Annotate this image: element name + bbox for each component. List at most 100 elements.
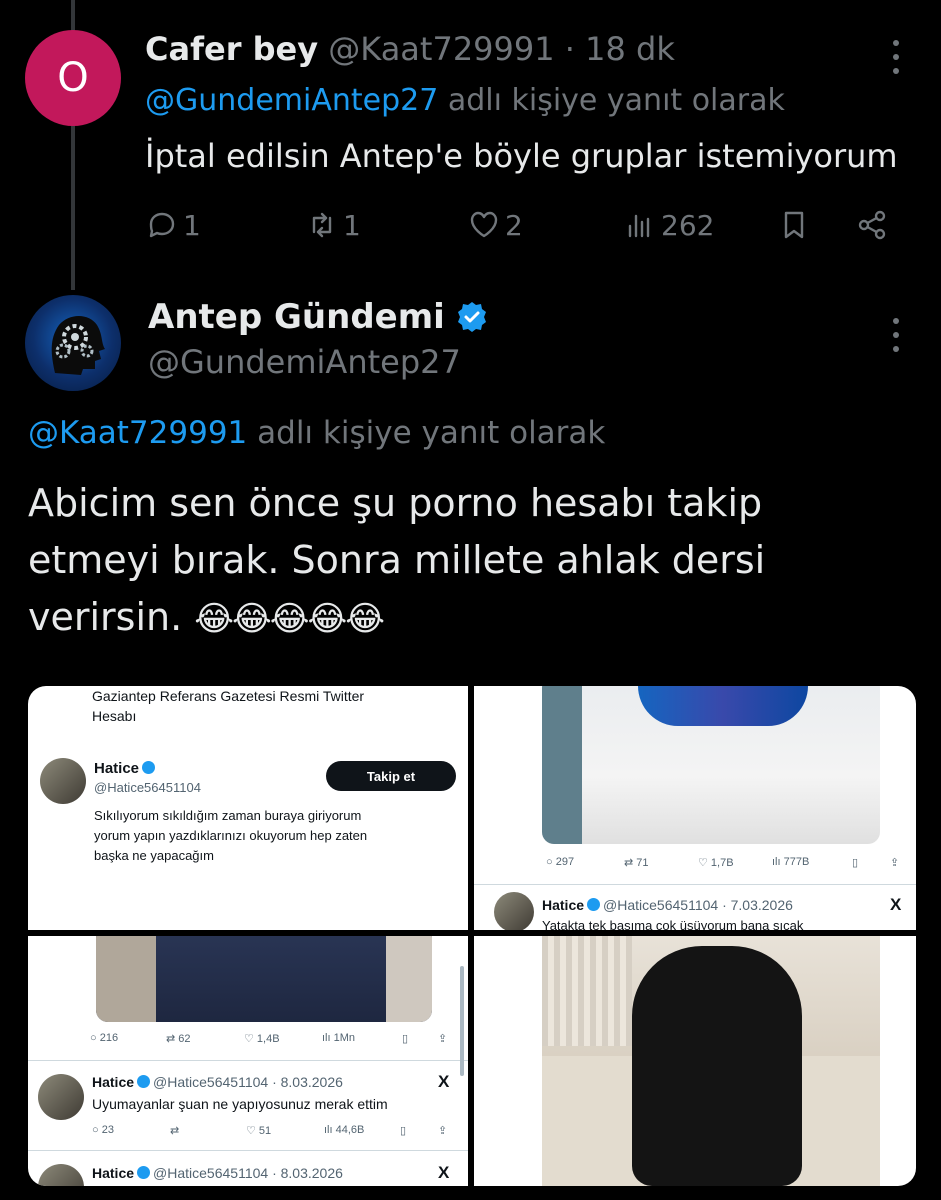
mini-name: Hatice	[542, 897, 585, 913]
mini-action-bar: ○ 297 ⇄ 71 ♡ 1,7B ılı 777B ▯ ⇪	[546, 856, 900, 872]
media-image-3[interactable]: ○ 216 ⇄ 62 ♡ 1,4B ılı 1Mn ▯ ⇪ Hatice @Hat…	[28, 936, 468, 1186]
laughing-emoji-icons: 😂😂😂😂😂	[194, 599, 385, 639]
mini-handle: @Hatice56451104	[153, 1074, 269, 1090]
tweet-text-line: verirsin. 😂😂😂😂😂	[28, 589, 908, 648]
reply-button[interactable]: 1	[145, 200, 201, 250]
mini-share-icon: ⇪	[438, 1125, 448, 1137]
photo-detail	[96, 936, 156, 1022]
mini-reply-count: ○ 216	[90, 1032, 119, 1044]
avatar[interactable]	[25, 295, 121, 391]
verified-badge-icon[interactable]	[455, 300, 489, 334]
mini-header: Hatice @Hatice56451104 · 8.03.2026	[92, 1165, 343, 1181]
mini-repost-count: ⇄ 62	[166, 1033, 191, 1045]
mini-bookmark-icon: ▯	[402, 1033, 409, 1045]
verified-badge-icon	[137, 1075, 151, 1088]
reply-context: @Kaat729991 adlı kişiye yanıt olarak	[28, 415, 605, 451]
photo-detail	[632, 946, 802, 1186]
media-image-4[interactable]	[474, 936, 916, 1186]
mini-bookmark-icon: ▯	[400, 1125, 407, 1137]
tweet-text-line: Abicim sen önce şu porno hesabı takip	[28, 481, 763, 525]
x-logo-icon: X	[438, 1072, 450, 1091]
share-icon	[858, 210, 886, 240]
mini-bookmark-icon: ▯	[852, 857, 859, 869]
mini-reply-count: ○ 297	[546, 856, 575, 868]
bio-text-2: Hesabı	[92, 708, 137, 724]
separator-dot: ·	[564, 30, 575, 68]
bio-text: Gaziantep Referans Gazetesi Resmi Twitte…	[92, 688, 365, 704]
tweet-text: Abicim sen önce şu porno hesabı takip et…	[28, 475, 908, 648]
author-name[interactable]: Antep Gündemi	[148, 297, 489, 337]
x-logo-icon: X	[890, 895, 902, 914]
mini-header: Hatice @Hatice56451104 · 8.03.2026	[92, 1074, 343, 1090]
mini-name: Hatice	[92, 1074, 135, 1090]
avatar	[38, 1074, 84, 1120]
mini-name: Hatice	[92, 1165, 135, 1181]
like-button[interactable]: 2	[467, 200, 523, 250]
mini-repost-icon: ⇄	[170, 1125, 180, 1137]
timestamp[interactable]: 18 dk	[585, 30, 675, 68]
avatar-letter: O	[57, 55, 89, 101]
photo	[542, 686, 880, 844]
mini-post: Uyumayanlar şuan ne yapıyosunuz merak et…	[92, 1096, 388, 1112]
tweet-text-end: verirsin.	[28, 595, 183, 639]
photo-detail	[542, 686, 582, 844]
media-image-2[interactable]: ○ 297 ⇄ 71 ♡ 1,7B ılı 777B ▯ ⇪ Hatice @Ha…	[474, 686, 916, 930]
views-button[interactable]: 262	[623, 200, 714, 250]
repost-count: 1	[343, 208, 361, 242]
bookmark-icon	[784, 211, 804, 239]
bookmark-button[interactable]	[777, 200, 811, 250]
mini-like-count: ♡ 1,7B	[698, 857, 734, 869]
reply-context: @GundemiAntep27 adlı kişiye yanıt olarak	[145, 83, 785, 118]
mini-post-line: Sıkılıyorum sıkıldığım zaman buraya giri…	[94, 808, 362, 823]
mini-header: Hatice @Hatice56451104 · 7.03.2026	[542, 897, 793, 913]
media-grid[interactable]: Gaziantep Referans Gazetesi Resmi Twitte…	[28, 686, 916, 1186]
photo-detail	[638, 686, 808, 726]
like-count: 2	[505, 208, 523, 242]
mini-date: · 7.03.2026	[722, 897, 793, 913]
mini-view-count: ılı 44,6B	[324, 1124, 365, 1136]
photo	[542, 936, 880, 1186]
mini-handle: @Hatice56451104	[153, 1165, 269, 1181]
author-handle[interactable]: @GundemiAntep27	[148, 343, 461, 381]
photo	[96, 936, 432, 1022]
divider	[28, 1060, 468, 1061]
reply-to-handle-link[interactable]: @GundemiAntep27	[145, 83, 438, 118]
share-button[interactable]	[855, 200, 889, 250]
tweet-text: İptal edilsin Antep'e böyle gruplar iste…	[145, 137, 898, 175]
avatar	[38, 1164, 84, 1186]
mini-like-count: ♡ 51	[246, 1125, 272, 1137]
divider	[28, 1150, 468, 1151]
mini-post-line: yorum yapın yazdıklarınızı okuyorum hep …	[94, 828, 368, 843]
media-image-1[interactable]: Gaziantep Referans Gazetesi Resmi Twitte…	[28, 686, 468, 930]
avatar	[494, 892, 534, 930]
mini-action-bar: ○ 23 ⇄ ♡ 51 ılı 44,6B ▯ ⇪	[92, 1124, 462, 1140]
author-name[interactable]: Cafer bey	[145, 30, 318, 68]
repost-button[interactable]: 1	[305, 200, 361, 250]
reply-to-suffix: adlı kişiye yanıt olarak	[257, 415, 606, 451]
author-name-text: Antep Gündemi	[148, 297, 445, 337]
more-options-icon[interactable]	[892, 318, 900, 352]
reply-tweet[interactable]: O Cafer bey @Kaat729991 · 18 dk @Gundemi…	[0, 0, 941, 280]
divider	[474, 884, 916, 885]
follow-button: Takip et	[326, 761, 456, 791]
author-handle[interactable]: @Kaat729991	[328, 30, 554, 68]
photo-detail	[386, 936, 432, 1022]
mini-view-count: ılı 1Mn	[322, 1032, 356, 1044]
mini-post-line: başka ne yapacağım	[94, 848, 214, 863]
avatar[interactable]: O	[25, 30, 121, 126]
reply-to-handle-link[interactable]: @Kaat729991	[28, 415, 247, 451]
mini-like-count: ♡ 1,4B	[244, 1033, 280, 1045]
more-options-icon[interactable]	[892, 40, 900, 74]
avatar	[40, 758, 86, 804]
view-count: 262	[661, 208, 715, 242]
reply-header: Cafer bey @Kaat729991 · 18 dk	[145, 30, 675, 68]
mini-repost-count: ⇄ 71	[624, 857, 649, 869]
mini-date: · 8.03.2026	[272, 1074, 343, 1090]
mini-reply-count: ○ 23	[92, 1124, 114, 1136]
reply-count: 1	[183, 208, 201, 242]
repost-icon	[312, 212, 332, 238]
mini-handle: @Hatice56451104	[94, 780, 201, 795]
mini-date: · 8.03.2026	[272, 1165, 343, 1181]
mini-share-icon: ⇪	[890, 857, 900, 869]
mini-action-bar: ○ 216 ⇄ 62 ♡ 1,4B ılı 1Mn ▯ ⇪	[90, 1032, 450, 1048]
